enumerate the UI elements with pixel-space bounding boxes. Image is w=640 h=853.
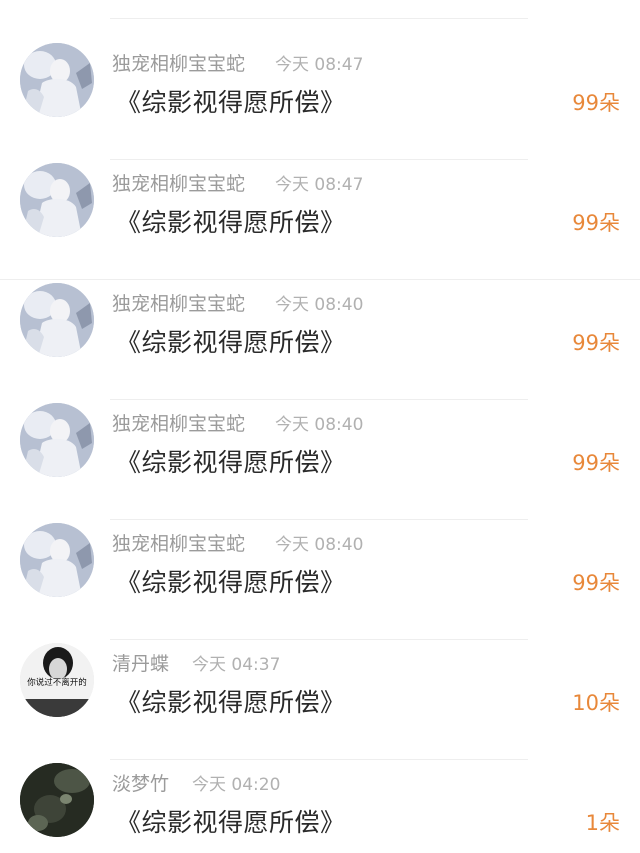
avatar[interactable] bbox=[20, 763, 94, 837]
white-robed-figure-icon bbox=[20, 403, 94, 477]
username[interactable]: 独宠相柳宝宝蛇 bbox=[112, 49, 245, 76]
username[interactable]: 独宠相柳宝宝蛇 bbox=[112, 169, 245, 196]
avatar[interactable] bbox=[20, 163, 94, 237]
gift-count: 99朵 bbox=[572, 211, 620, 235]
list-item[interactable]: 独宠相柳宝宝蛇 今天 08:40 《综影视得愿所偿》 99朵 bbox=[0, 520, 640, 640]
avatar-caption: 你说过不离开的 bbox=[27, 677, 87, 688]
white-robed-figure-icon bbox=[20, 43, 94, 117]
list-item[interactable]: 独宠相柳宝宝蛇 今天 08:47 《综影视得愿所偿》 99朵 bbox=[0, 160, 640, 280]
timestamp: 今天 04:20 bbox=[192, 775, 281, 795]
avatar[interactable] bbox=[20, 283, 94, 357]
timestamp: 今天 08:47 bbox=[275, 55, 364, 75]
username[interactable]: 独宠相柳宝宝蛇 bbox=[112, 289, 245, 316]
username[interactable]: 独宠相柳宝宝蛇 bbox=[112, 409, 245, 436]
list-item[interactable]: 独宠相柳宝宝蛇 今天 08:40 《综影视得愿所偿》 99朵 bbox=[0, 280, 640, 400]
book-title[interactable]: 《综影视得愿所偿》 bbox=[116, 683, 346, 719]
book-title[interactable]: 《综影视得愿所偿》 bbox=[116, 563, 346, 599]
white-robed-figure-icon bbox=[20, 283, 94, 357]
gift-count: 10朵 bbox=[572, 691, 620, 715]
timestamp: 今天 08:40 bbox=[275, 535, 364, 555]
dark-nature-icon bbox=[20, 763, 94, 837]
gift-count: 99朵 bbox=[572, 451, 620, 475]
gift-count: 1朵 bbox=[585, 811, 620, 835]
username[interactable]: 独宠相柳宝宝蛇 bbox=[112, 529, 245, 556]
list-item[interactable]: 你说过不离开的 清丹蝶 今天 04:37 《综影视得愿所偿》 10朵 bbox=[0, 640, 640, 760]
avatar[interactable] bbox=[20, 523, 94, 597]
gift-count: 99朵 bbox=[572, 91, 620, 115]
avatar[interactable]: 你说过不离开的 bbox=[20, 643, 94, 717]
list-item[interactable]: 独宠相柳宝宝蛇 今天 08:47 《综影视得愿所偿》 99朵 bbox=[0, 40, 640, 160]
avatar[interactable] bbox=[20, 403, 94, 477]
list-item[interactable]: 淡梦竹 今天 04:20 《综影视得愿所偿》 1朵 bbox=[0, 760, 640, 853]
book-title[interactable]: 《综影视得愿所偿》 bbox=[116, 803, 346, 839]
gift-count: 99朵 bbox=[572, 331, 620, 355]
timestamp: 今天 08:40 bbox=[275, 415, 364, 435]
white-robed-figure-icon bbox=[20, 523, 94, 597]
book-title[interactable]: 《综影视得愿所偿》 bbox=[116, 83, 346, 119]
timestamp: 今天 08:47 bbox=[275, 175, 364, 195]
book-title[interactable]: 《综影视得愿所偿》 bbox=[116, 443, 346, 479]
gift-count: 99朵 bbox=[572, 571, 620, 595]
divider bbox=[110, 18, 528, 19]
timestamp: 今天 04:37 bbox=[192, 655, 281, 675]
book-title[interactable]: 《综影视得愿所偿》 bbox=[116, 323, 346, 359]
black-white-portrait-icon: 你说过不离开的 bbox=[20, 643, 94, 717]
username[interactable]: 淡梦竹 bbox=[112, 769, 169, 796]
timestamp: 今天 08:40 bbox=[275, 295, 364, 315]
book-title[interactable]: 《综影视得愿所偿》 bbox=[116, 203, 346, 239]
username[interactable]: 清丹蝶 bbox=[112, 649, 169, 676]
list-item[interactable]: 独宠相柳宝宝蛇 今天 08:40 《综影视得愿所偿》 99朵 bbox=[0, 400, 640, 520]
white-robed-figure-icon bbox=[20, 163, 94, 237]
avatar[interactable] bbox=[20, 43, 94, 117]
